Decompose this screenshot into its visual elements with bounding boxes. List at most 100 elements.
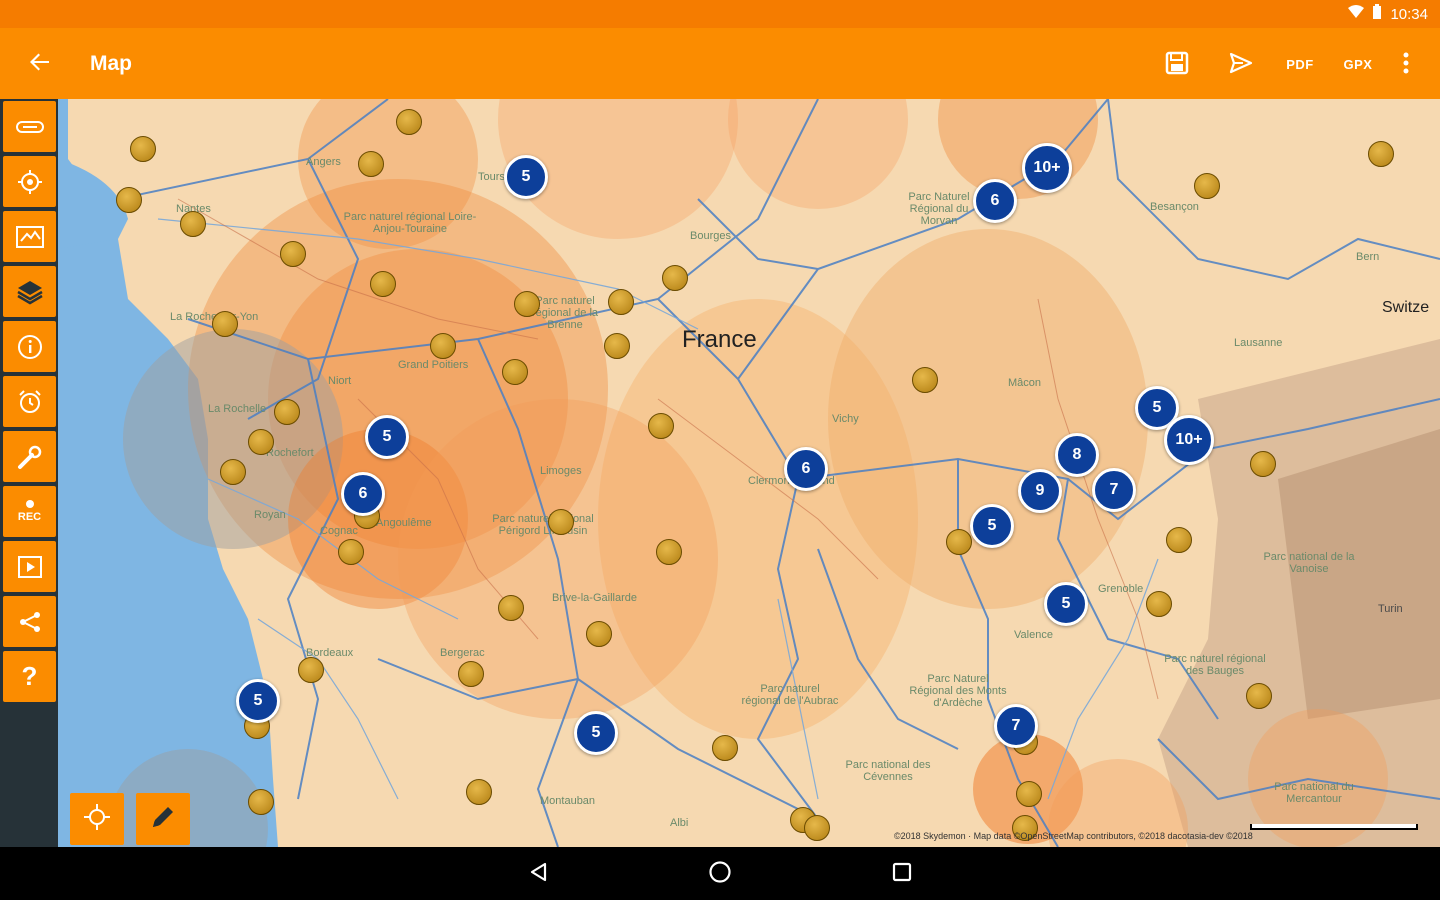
map-icon [15,225,45,249]
airport-marker[interactable] [180,211,206,237]
cluster-marker[interactable]: 5 [236,679,280,723]
city-label: Bourges [690,230,731,242]
send-button[interactable] [1224,48,1258,80]
airport-marker[interactable] [370,271,396,297]
city-label: Mâcon [1008,377,1042,389]
back-button[interactable] [22,46,58,82]
info-tool-button[interactable] [3,321,56,372]
cluster-marker[interactable]: 9 [1018,469,1062,513]
airport-marker[interactable] [220,459,246,485]
airport-marker[interactable] [466,779,492,805]
airport-marker[interactable] [586,621,612,647]
airport-marker[interactable] [1246,683,1272,709]
airport-marker[interactable] [130,136,156,162]
wrench-icon [16,443,44,471]
map-view[interactable]: France Switze Angers Nantes Tours Bourge… [58,99,1440,847]
airport-marker[interactable] [804,815,830,841]
gpx-button[interactable]: GPX [1336,48,1380,80]
play-tool-button[interactable] [3,541,56,592]
airport-marker[interactable] [116,187,142,213]
battery-icon [1372,4,1382,24]
arrow-left-icon [29,51,51,78]
left-toolbar: REC ? [0,99,58,847]
cluster-marker[interactable]: 6 [973,179,1017,223]
recenter-button[interactable] [70,793,124,845]
park-label: Parc national du Mercantour [1274,781,1354,805]
city-label: Rochefort [266,447,314,459]
airport-marker[interactable] [514,291,540,317]
airport-marker[interactable] [662,265,688,291]
airport-marker[interactable] [430,333,456,359]
airport-marker[interactable] [458,661,484,687]
nav-back-button[interactable] [526,861,552,887]
map-view-tool-button[interactable] [3,211,56,262]
route-tool-button[interactable] [3,101,56,152]
airport-marker[interactable] [358,151,384,177]
airport-marker[interactable] [1194,173,1220,199]
more-button[interactable] [1396,48,1416,80]
cluster-marker[interactable]: 7 [1092,468,1136,512]
cluster-marker[interactable]: 6 [784,447,828,491]
city-label: Angers [306,156,341,168]
airport-marker[interactable] [248,789,274,815]
airport-marker[interactable] [212,311,238,337]
layers-icon [16,278,44,306]
airport-marker[interactable] [548,509,574,535]
cluster-marker[interactable]: 8 [1055,433,1099,477]
airport-marker[interactable] [1016,781,1042,807]
app-bar: Map PDF GPX [0,28,1440,99]
city-label: Bern [1356,251,1380,263]
save-button[interactable] [1160,48,1194,80]
city-label: Tours [478,171,505,183]
airport-marker[interactable] [604,333,630,359]
pdf-button[interactable]: PDF [1280,48,1320,80]
locate-tool-button[interactable] [3,156,56,207]
record-label: REC [17,511,42,523]
city-label: Grand Poitiers [398,359,469,371]
edit-button[interactable] [136,793,190,845]
park-label: Parc naturel régional des Bauges [1164,653,1266,677]
scale-bar [1250,824,1418,830]
airport-marker[interactable] [298,657,324,683]
nav-home-button[interactable] [707,860,733,887]
airport-marker[interactable] [712,735,738,761]
save-icon [1164,50,1190,79]
airport-marker[interactable] [1166,527,1192,553]
airport-marker[interactable] [1146,591,1172,617]
cluster-marker[interactable]: 5 [970,504,1014,548]
airport-marker[interactable] [502,359,528,385]
nav-recents-button[interactable] [889,861,915,887]
cluster-marker[interactable]: 6 [341,472,385,516]
airport-marker[interactable] [648,413,674,439]
cluster-marker[interactable]: 7 [994,704,1038,748]
city-label: Besançon [1150,201,1199,213]
status-bar: 10:34 [0,0,1440,28]
airport-marker[interactable] [946,529,972,555]
record-tool-button[interactable]: REC [3,486,56,537]
airport-marker[interactable] [498,595,524,621]
alarm-tool-button[interactable] [3,376,56,427]
cluster-marker[interactable]: 5 [1044,582,1088,626]
airport-marker[interactable] [608,289,634,315]
cluster-marker[interactable]: 10+ [1164,415,1214,465]
airport-marker[interactable] [1250,451,1276,477]
airport-marker[interactable] [338,539,364,565]
airport-marker[interactable] [248,429,274,455]
airport-marker[interactable] [1368,141,1394,167]
park-label: Parc naturel régional de l'Aubrac [741,683,839,707]
airport-marker[interactable] [280,241,306,267]
cluster-marker[interactable]: 5 [574,711,618,755]
airport-marker[interactable] [274,399,300,425]
cluster-marker[interactable]: 10+ [1022,143,1072,193]
airport-marker[interactable] [912,367,938,393]
layers-tool-button[interactable] [3,266,56,317]
cluster-marker[interactable]: 5 [504,155,548,199]
tools-tool-button[interactable] [3,431,56,482]
park-label: Parc national de la Vanoise [1263,551,1355,575]
target-icon [82,802,112,837]
airport-marker[interactable] [396,109,422,135]
cluster-marker[interactable]: 5 [365,415,409,459]
share-tool-button[interactable] [3,596,56,647]
help-tool-button[interactable]: ? [3,651,56,702]
airport-marker[interactable] [656,539,682,565]
